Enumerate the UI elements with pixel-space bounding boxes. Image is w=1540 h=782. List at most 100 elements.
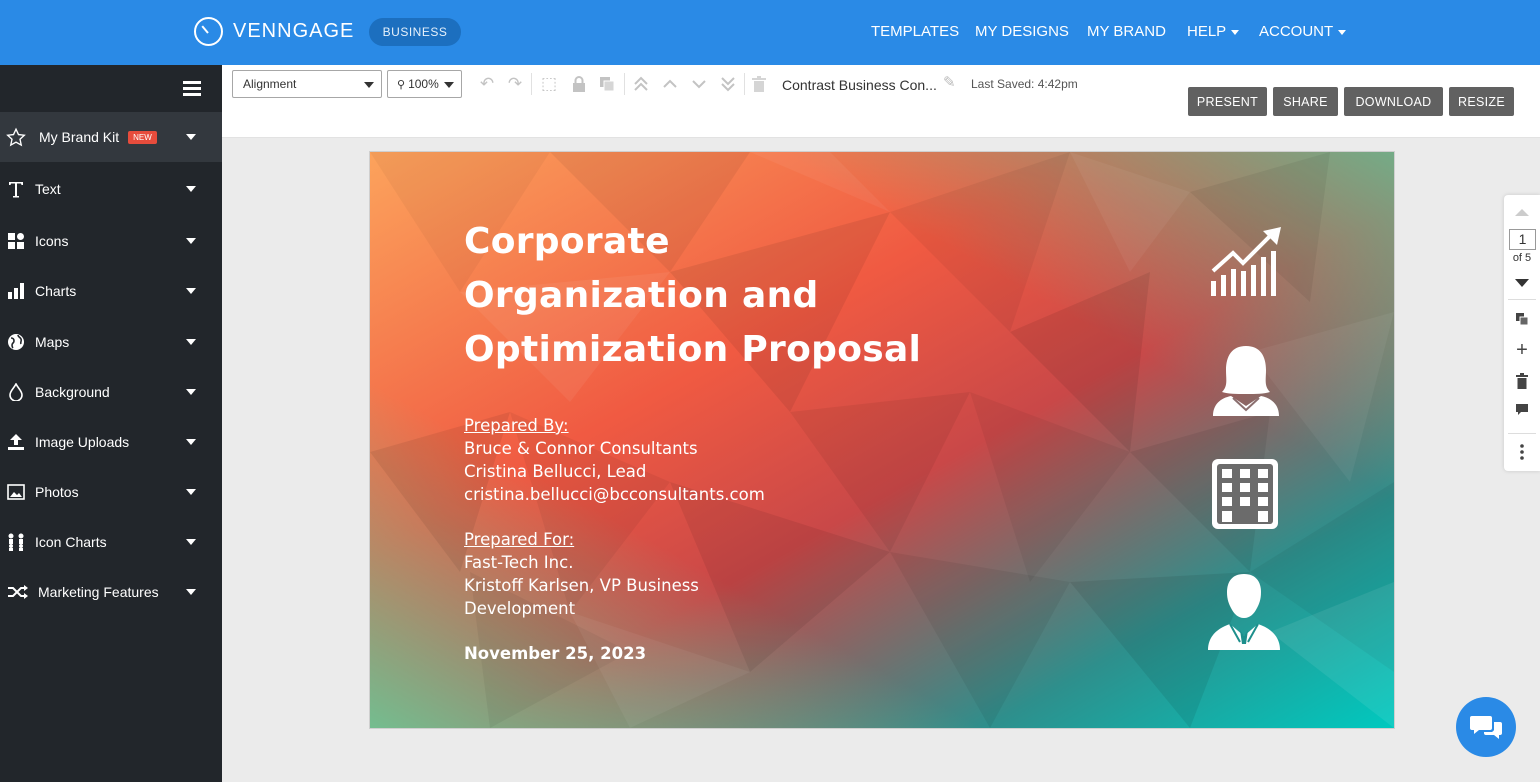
droplet-icon bbox=[6, 382, 26, 402]
chat-bubbles-icon bbox=[1470, 716, 1502, 739]
nav-my-brand[interactable]: MY BRAND bbox=[1087, 23, 1166, 40]
image-icon bbox=[6, 482, 26, 502]
chevron-down-icon[interactable] bbox=[186, 238, 196, 244]
bar-chart-icon bbox=[6, 281, 26, 301]
nav-help[interactable]: HELP bbox=[1187, 23, 1240, 40]
present-button[interactable]: PRESENT bbox=[1188, 87, 1267, 116]
chevron-down-icon[interactable] bbox=[186, 389, 196, 395]
sidebar-item-maps[interactable]: Maps bbox=[0, 317, 222, 367]
top-navbar: VENNGAGE BUSINESS TEMPLATES MY DESIGNS M… bbox=[0, 0, 1540, 65]
next-page-icon[interactable] bbox=[1515, 279, 1529, 287]
delete-page-icon[interactable] bbox=[1504, 373, 1540, 394]
prepared-by-block[interactable]: Prepared By: Bruce & Connor Consultants … bbox=[464, 414, 765, 506]
zoom-select[interactable]: ⚲ 100% bbox=[387, 70, 462, 98]
undo-icon[interactable]: ↶ bbox=[477, 74, 497, 94]
send-to-back-icon[interactable] bbox=[718, 74, 738, 94]
new-badge: NEW bbox=[128, 130, 157, 144]
send-backward-icon[interactable] bbox=[689, 74, 709, 94]
logo-clock-icon bbox=[194, 17, 223, 46]
toolbar-divider bbox=[744, 73, 745, 95]
alignment-select-value: Alignment bbox=[243, 77, 297, 91]
prepared-for-line: Development bbox=[464, 599, 576, 618]
toolbar-divider bbox=[624, 73, 625, 95]
upload-icon bbox=[6, 432, 26, 452]
comment-icon[interactable] bbox=[1504, 403, 1540, 422]
redo-icon[interactable]: ↷ bbox=[505, 74, 525, 94]
people-chart-icon bbox=[6, 532, 26, 552]
pager-divider bbox=[1508, 299, 1536, 300]
download-button[interactable]: DOWNLOAD bbox=[1344, 87, 1443, 116]
prepared-for-block[interactable]: Prepared For: Fast-Tech Inc. Kristoff Ka… bbox=[464, 528, 699, 620]
nav-help-label: HELP bbox=[1187, 23, 1227, 40]
chevron-down-icon bbox=[1231, 29, 1240, 35]
nav-templates[interactable]: TEMPLATES bbox=[871, 23, 959, 40]
sidebar-item-label: Charts bbox=[35, 283, 77, 299]
copy-page-icon[interactable] bbox=[1504, 312, 1540, 331]
pager-divider bbox=[1508, 433, 1536, 434]
sidebar-item-charts[interactable]: Charts bbox=[0, 266, 222, 316]
chevron-down-icon[interactable] bbox=[186, 539, 196, 545]
sidebar-item-background[interactable]: Background bbox=[0, 367, 222, 417]
nav-my-designs[interactable]: MY DESIGNS bbox=[975, 23, 1069, 40]
sidebar-item-label: Text bbox=[35, 181, 61, 197]
editor-toolbar: Alignment ⚲ 100% ↶ ↷ ⬚ Contrast Business… bbox=[222, 65, 1540, 138]
sidebar-item-marketing-features[interactable]: Marketing Features bbox=[0, 567, 222, 617]
prepared-by-line: cristina.bellucci@bcconsultants.com bbox=[464, 485, 765, 504]
sidebar-item-icon-charts[interactable]: Icon Charts bbox=[0, 517, 222, 567]
logo-text: VENNGAGE bbox=[233, 20, 355, 42]
page-count: of 5 bbox=[1512, 252, 1532, 264]
sidebar-item-text[interactable]: Text bbox=[0, 164, 222, 214]
hamburger-menu-icon[interactable] bbox=[183, 81, 201, 96]
group-icon[interactable]: ⬚ bbox=[539, 74, 559, 94]
slide-date[interactable]: November 25, 2023 bbox=[464, 642, 646, 665]
chevron-down-icon[interactable] bbox=[186, 288, 196, 294]
share-button[interactable]: SHARE bbox=[1273, 87, 1338, 116]
sidebar-item-label: Marketing Features bbox=[38, 584, 159, 600]
title-line-1: Corporate bbox=[464, 221, 670, 262]
prepared-for-label: Prepared For: bbox=[464, 530, 575, 549]
sidebar-item-label: Image Uploads bbox=[35, 434, 130, 450]
edit-pencil-icon[interactable]: ✎ bbox=[943, 73, 956, 91]
sidebar-item-icons[interactable]: Icons bbox=[0, 216, 222, 266]
growth-chart-icon[interactable] bbox=[1209, 225, 1285, 299]
chevron-down-icon[interactable] bbox=[186, 589, 196, 595]
globe-icon bbox=[6, 332, 26, 352]
lock-icon[interactable] bbox=[569, 74, 589, 94]
chevron-down-icon[interactable] bbox=[186, 134, 196, 140]
sidebar-item-label: Icons bbox=[35, 233, 69, 249]
sidebar-item-photos[interactable]: Photos bbox=[0, 467, 222, 517]
document-title[interactable]: Contrast Business Con... bbox=[782, 77, 937, 93]
current-page-input[interactable]: 1 bbox=[1509, 229, 1536, 250]
prepared-by-line: Cristina Bellucci, Lead bbox=[464, 462, 647, 481]
chevron-down-icon[interactable] bbox=[186, 186, 196, 192]
design-canvas[interactable]: Corporate Organization and Optimization … bbox=[369, 151, 1395, 729]
chevron-down-icon[interactable] bbox=[186, 339, 196, 345]
add-page-icon[interactable]: + bbox=[1504, 340, 1540, 360]
woman-avatar-icon[interactable] bbox=[1211, 344, 1281, 416]
nav-account[interactable]: ACCOUNT bbox=[1259, 23, 1347, 40]
alignment-select[interactable]: Alignment bbox=[232, 70, 382, 98]
bring-forward-icon[interactable] bbox=[660, 74, 680, 94]
shuffle-icon bbox=[6, 582, 29, 602]
magnifier-icon: ⚲ bbox=[397, 78, 406, 91]
chat-support-button[interactable] bbox=[1456, 697, 1516, 757]
chevron-down-icon[interactable] bbox=[186, 439, 196, 445]
plan-badge: BUSINESS bbox=[369, 18, 461, 46]
building-icon[interactable] bbox=[1210, 457, 1280, 531]
zoom-select-value: 100% bbox=[408, 77, 439, 91]
resize-button[interactable]: RESIZE bbox=[1449, 87, 1514, 116]
bring-to-front-icon[interactable] bbox=[631, 74, 651, 94]
businessman-icon[interactable] bbox=[1206, 572, 1282, 652]
sidebar-item-my-brand-kit[interactable]: My Brand Kit NEW bbox=[0, 112, 222, 162]
venngage-logo[interactable]: VENNGAGE bbox=[194, 17, 354, 46]
sidebar-item-label: Icon Charts bbox=[35, 534, 107, 550]
previous-page-icon[interactable] bbox=[1515, 209, 1529, 216]
sidebar-item-image-uploads[interactable]: Image Uploads bbox=[0, 417, 222, 467]
trash-icon[interactable] bbox=[749, 74, 769, 94]
chevron-down-icon[interactable] bbox=[186, 489, 196, 495]
slide-title[interactable]: Corporate Organization and Optimization … bbox=[464, 215, 921, 377]
duplicate-icon[interactable] bbox=[597, 74, 617, 94]
last-saved-status: Last Saved: 4:42pm bbox=[971, 77, 1078, 91]
more-options-icon[interactable] bbox=[1504, 444, 1540, 465]
chevron-down-icon bbox=[444, 82, 454, 88]
